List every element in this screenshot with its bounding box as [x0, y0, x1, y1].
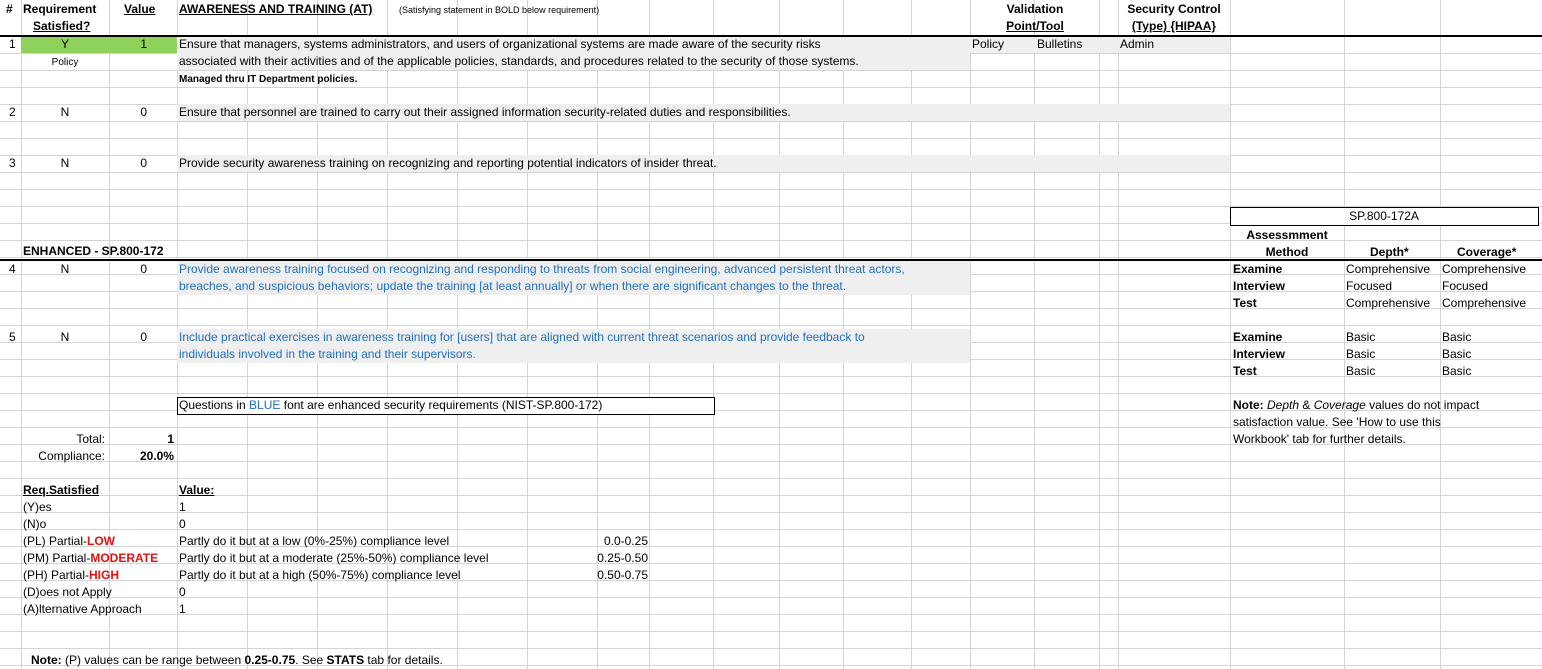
- value-cell[interactable]: 0: [109, 261, 147, 278]
- legend-value: Partly do it but at a high (50%-75%) com…: [179, 568, 461, 582]
- row-number: 5: [9, 330, 16, 344]
- legend-range: 0.0-0.25: [603, 534, 648, 548]
- col-value-header: Value: [124, 2, 156, 16]
- section-title: AWARENESS AND TRAINING (AT): [179, 2, 373, 16]
- legend-value: 1: [179, 500, 186, 514]
- validation-tool[interactable]: Bulletins: [1037, 36, 1082, 53]
- row-number: 1: [9, 37, 16, 51]
- col-requirement-header: Requirement: [23, 2, 97, 16]
- enhanced-requirement-text: individuals involved in the training and…: [179, 347, 476, 361]
- legend-value-header: Value:: [179, 483, 215, 497]
- satisfied-cell[interactable]: N: [21, 155, 109, 172]
- col-satisfied-header: Satisfied?: [33, 19, 91, 33]
- total-value: 1: [167, 432, 174, 446]
- depth-cell: Comprehensive: [1346, 262, 1431, 276]
- depth-header: Depth*: [1370, 245, 1409, 259]
- assessment-note: satisfaction value. See 'How to use this: [1233, 415, 1441, 429]
- method-cell: Interview: [1233, 347, 1286, 361]
- legend-value: 1: [179, 602, 186, 616]
- satisfied-cell[interactable]: N: [21, 104, 109, 121]
- security-control-header-2: (Type) {HIPAA}: [1131, 19, 1217, 33]
- value-cell[interactable]: 0: [109, 329, 147, 346]
- requirement-text: Provide security awareness training on r…: [179, 156, 717, 170]
- coverage-cell: Comprehensive: [1442, 262, 1527, 276]
- col-number-header: #: [6, 2, 13, 16]
- satisfying-statement: Managed thru IT Department policies.: [179, 74, 358, 85]
- legend-item: (A)lternative Approach: [23, 602, 142, 616]
- requirement-text: associated with their activities and of …: [179, 54, 859, 68]
- assessment-note: Note: Depth & Coverage values do not imp…: [1233, 398, 1480, 412]
- method-cell: Test: [1233, 364, 1257, 378]
- depth-cell: Focused: [1346, 279, 1393, 293]
- questions-note: Questions in BLUE font are enhanced secu…: [179, 398, 603, 412]
- method-cell: Test: [1233, 296, 1257, 310]
- coverage-header: Coverage*: [1457, 245, 1517, 259]
- validation-point[interactable]: Policy: [972, 36, 1004, 53]
- satisfied-cell[interactable]: N: [21, 329, 109, 346]
- satisfied-cell[interactable]: N: [21, 261, 109, 278]
- legend-item: (D)oes not Apply: [23, 585, 112, 599]
- satisfied-subnote: Policy: [51, 57, 79, 68]
- enhanced-requirement-text: Include practical exercises in awareness…: [179, 330, 865, 344]
- compliance-value: 20.0%: [139, 449, 174, 463]
- legend-req-header: Req.Satisfied: [23, 483, 100, 497]
- sp800-172a-title: SP.800-172A: [1349, 209, 1419, 223]
- row-number: 3: [9, 156, 16, 170]
- legend-value: 0: [179, 517, 186, 531]
- method-cell: Examine: [1233, 262, 1283, 276]
- depth-cell: Comprehensive: [1346, 296, 1431, 310]
- enhanced-requirement-text: Provide awareness training focused on re…: [179, 262, 905, 276]
- legend-item: (PH) Partial-HIGH: [23, 568, 120, 582]
- compliance-label: Compliance:: [38, 449, 105, 463]
- value-cell[interactable]: 1: [109, 36, 147, 53]
- satisfied-cell[interactable]: Y: [21, 36, 109, 53]
- legend-range: 0.50-0.75: [597, 568, 648, 582]
- section-hint: (Satisfying statement in BOLD below requ…: [399, 5, 600, 15]
- enhanced-requirement-text: breaches, and suspicious behaviors; upda…: [179, 279, 847, 293]
- row-number: 2: [9, 105, 16, 119]
- depth-cell: Basic: [1346, 330, 1376, 344]
- legend-value: Partly do it but at a moderate (25%-50%)…: [179, 551, 489, 565]
- coverage-cell: Focused: [1442, 279, 1489, 293]
- enhanced-section-label: ENHANCED - SP.800-172: [23, 244, 164, 258]
- coverage-cell: Basic: [1442, 330, 1472, 344]
- security-control-header: Security Control: [1127, 2, 1221, 16]
- legend-value: Partly do it but at a low (0%-25%) compl…: [179, 534, 450, 548]
- value-cell[interactable]: 0: [109, 104, 147, 121]
- legend-item: (PM) Partial-MODERATE: [23, 551, 159, 565]
- validation-header-2: Point/Tool: [1006, 19, 1064, 33]
- legend-item: (PL) Partial-LOW: [23, 534, 116, 548]
- legend-value: 0: [179, 585, 186, 599]
- legend-range: 0.25-0.50: [597, 551, 648, 565]
- depth-cell: Basic: [1346, 347, 1376, 361]
- coverage-cell: Basic: [1442, 347, 1472, 361]
- total-label: Total:: [76, 432, 105, 446]
- bottom-note: Note: (P) values can be range between 0.…: [31, 653, 443, 667]
- assessment-note: Workbook' tab for further details.: [1233, 432, 1406, 446]
- security-control-type[interactable]: Admin: [1120, 36, 1154, 53]
- value-cell[interactable]: 0: [109, 155, 147, 172]
- assessment-method-header-2: Method: [1265, 245, 1309, 259]
- row-number: 4: [9, 262, 16, 276]
- coverage-cell: Basic: [1442, 364, 1472, 378]
- sp800-172a-box: SP.800-172A: [1230, 207, 1539, 226]
- assessment-method-header: Assessmment: [1246, 228, 1328, 242]
- depth-cell: Basic: [1346, 364, 1376, 378]
- coverage-cell: Comprehensive: [1442, 296, 1527, 310]
- legend-item: (Y)es: [23, 500, 52, 514]
- row1-val-fill: [970, 36, 1230, 53]
- questions-note-box: Questions in BLUE font are enhanced secu…: [177, 397, 715, 415]
- requirement-text: Ensure that managers, systems administra…: [179, 37, 821, 51]
- legend-item: (N)o: [23, 517, 47, 531]
- method-cell: Examine: [1233, 330, 1283, 344]
- requirement-text: Ensure that personnel are trained to car…: [179, 105, 791, 119]
- validation-header: Validation: [1006, 2, 1064, 16]
- method-cell: Interview: [1233, 279, 1286, 293]
